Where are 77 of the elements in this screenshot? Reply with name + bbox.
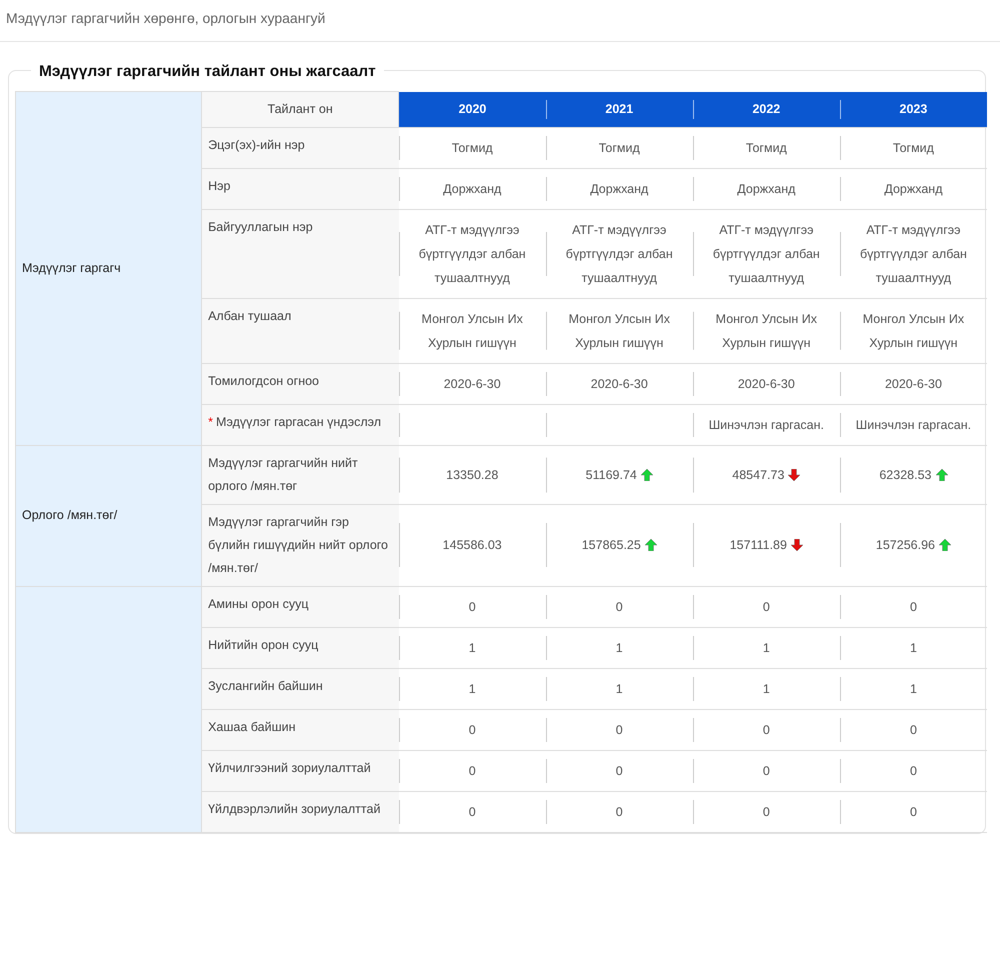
- value-text: 1: [762, 682, 770, 696]
- year-header: 2021: [546, 92, 693, 128]
- header-label: Тайлант он: [202, 92, 399, 128]
- value-text: 0: [468, 764, 476, 778]
- value-text: АТГ-т мэдүүлгээ бүртгүүлдэг албан тушаалтнууд: [418, 222, 526, 285]
- row-label: Амины орон сууц: [202, 586, 399, 628]
- value-text: Доржханд: [443, 182, 502, 196]
- value-text: Тогмид: [892, 140, 934, 155]
- row-label: Мэдүүлэг гаргасан үндэслэл: [216, 414, 382, 429]
- row-label: Мэдүүлэг гаргагчийн нийт орлого /мян.төг: [202, 445, 399, 504]
- value-text: АТГ-т мэдүүлгээ бүртгүүлдэг албан тушаалтнууд: [566, 222, 673, 285]
- row-label: Хашаа байшин: [202, 709, 399, 750]
- value-text: 1: [616, 640, 623, 655]
- value-text: Доржханд: [737, 182, 796, 196]
- value-text: 0: [616, 722, 623, 737]
- required-mark: *: [208, 414, 213, 429]
- row-label: Үйлчилгээний зориулалттай: [202, 750, 399, 792]
- value-text: 157865.25: [582, 538, 641, 552]
- row-label: Нэр: [202, 168, 399, 210]
- page-title: Мэдүүлэг гаргагчийн хөрөнгө, орлогын хураангуй: [0, 0, 1000, 42]
- value-text: 2020-6-30: [444, 376, 501, 391]
- value-text: 1: [468, 640, 476, 655]
- value-text: 1: [616, 682, 623, 696]
- value-text: Монгол Улсын Их Хурлын гишүүн: [422, 312, 523, 350]
- value-text: 0: [910, 600, 917, 614]
- value-text: 2020-6-30: [738, 376, 795, 391]
- group-label: Орлого /мян.төг/: [16, 445, 202, 586]
- value-text: Доржханд: [590, 182, 648, 196]
- value-text: Доржханд: [884, 182, 942, 196]
- value-text: 62328.53: [879, 468, 932, 482]
- value-text: Тогмид: [746, 140, 787, 155]
- value-text: 2020-6-30: [884, 376, 942, 391]
- value-text: Монгол Улсын Их Хурлын гишүүн: [568, 312, 670, 350]
- row-label: Мэдүүлэг гаргагчийн гэр бүлийн гишүүдийн нийт орлого /мян.төг/: [202, 504, 399, 586]
- row-label: Үйлдвэрлэлийн зориулалттай: [202, 791, 399, 832]
- value-text: 13350.28: [446, 468, 498, 482]
- row-label: Нийтийн орон сууц: [202, 627, 399, 668]
- value-text: 0: [616, 600, 623, 614]
- value-text: 1: [910, 640, 917, 655]
- value-text: Тогмид: [598, 140, 640, 155]
- value-text: 0: [910, 764, 917, 778]
- year-header: 2020: [398, 92, 546, 128]
- value-text: 157256.96: [876, 538, 935, 552]
- value-text: АТГ-т мэдүүлгээ бүртгүүлдэг албан тушаалтнууд: [860, 222, 967, 285]
- year-header: 2023: [840, 92, 987, 128]
- value-text: 0: [616, 804, 623, 819]
- row-label: Томилогдсон огноо: [202, 363, 399, 404]
- value-text: 0: [468, 600, 476, 614]
- value-text: 48547.73: [732, 468, 784, 482]
- value-text: Монгол Улсын Их Хурлын гишүүн: [862, 312, 964, 350]
- value-text: 1: [468, 682, 476, 696]
- value-text: 0: [762, 722, 770, 737]
- value-text: Шинэчлэн гаргасан.: [708, 418, 824, 432]
- value-text: Монгол Улсын Их Хурлын гишүүн: [716, 312, 818, 350]
- value-text: 157111.89: [730, 538, 787, 552]
- value-text: 0: [910, 804, 917, 819]
- value-text: 0: [468, 722, 476, 737]
- value-text: Тогмид: [452, 140, 493, 155]
- value-text: 0: [762, 764, 770, 778]
- value-text: АТГ-т мэдүүлгээ бүртгүүлдэг албан тушаалтнууд: [712, 222, 820, 285]
- group-label: Мэдүүлэг гаргагч: [16, 92, 202, 446]
- row-label: Эцэг(эх)-ийн нэр: [202, 127, 399, 168]
- value-text: 1: [762, 640, 770, 655]
- value-text: 145586.03: [442, 538, 502, 552]
- value-text: 1: [910, 682, 917, 696]
- value-text: 0: [616, 764, 623, 778]
- value-text: 51169.74: [586, 468, 637, 482]
- row-label: Байгууллагын нэр: [202, 209, 399, 298]
- value-text: 2020-6-30: [590, 376, 648, 391]
- value-text: 0: [910, 722, 917, 737]
- value-text: 0: [762, 600, 770, 614]
- year-header: 2022: [692, 92, 840, 128]
- row-label: Албан тушаал: [202, 298, 399, 364]
- value-text: Шинэчлэн гаргасан.: [856, 418, 972, 432]
- value-text: 0: [762, 804, 770, 819]
- value-text: 0: [468, 804, 476, 819]
- row-label: Зуслангийн байшин: [202, 668, 399, 710]
